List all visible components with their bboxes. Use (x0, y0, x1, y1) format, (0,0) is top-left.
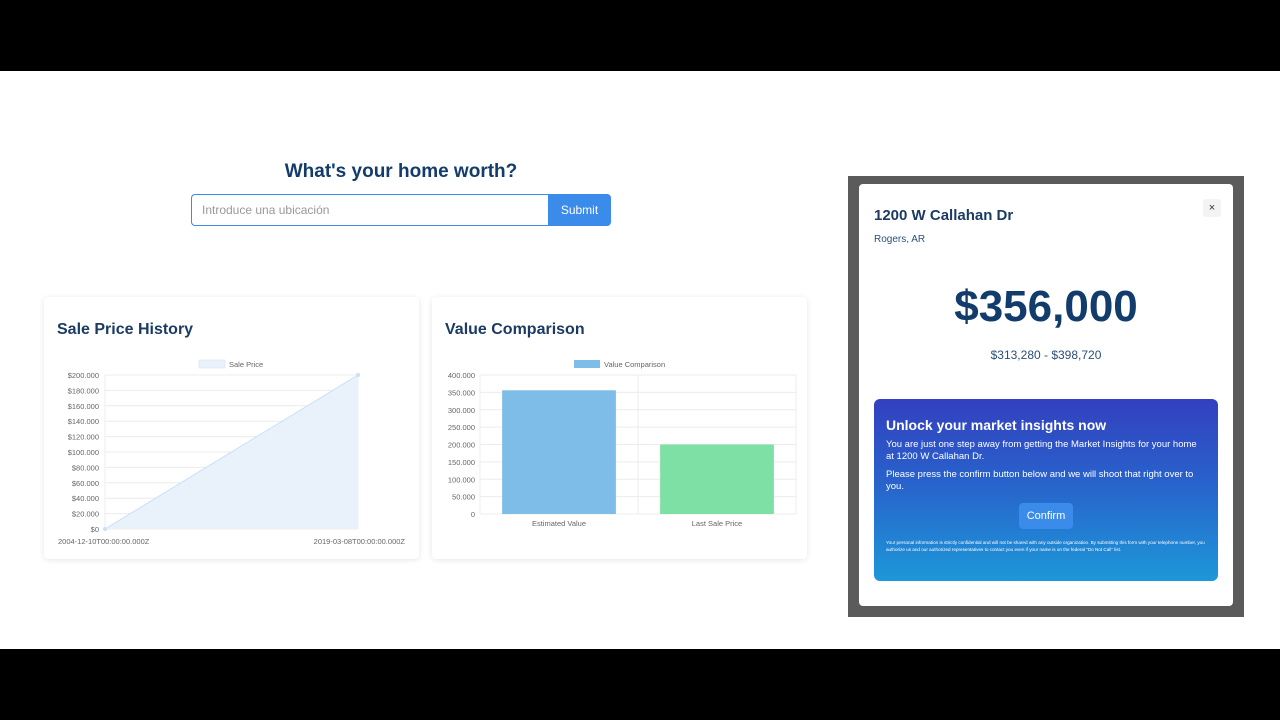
x-tick-label: Estimated Value (532, 519, 586, 528)
valuation-modal: 1200 W Callahan Dr Rogers, AR × $356,000… (859, 184, 1233, 606)
data-point (103, 527, 107, 531)
submit-button[interactable]: Submit (548, 194, 611, 226)
location-input[interactable] (191, 194, 548, 226)
bar (502, 390, 616, 514)
y-tick-label: $60.000 (72, 479, 99, 488)
y-tick-label: $80.000 (72, 463, 99, 472)
x-tick-label: 2019-03-08T00:00:00.000Z (314, 537, 406, 546)
legend-swatch (198, 359, 226, 369)
y-tick-label: 300.000 (448, 406, 475, 415)
price-range: $313,280 - $398,720 (990, 348, 1102, 362)
y-tick-label: $160.000 (68, 402, 99, 411)
y-tick-label: $200.000 (68, 371, 99, 380)
promo-title: Unlock your market insights now (886, 417, 1107, 433)
y-tick-label: 400.000 (448, 371, 475, 380)
y-tick-label: 150.000 (448, 458, 475, 467)
page: What's your home worth? Submit Sale Pric… (0, 71, 1280, 649)
y-tick-label: $140.000 (68, 417, 99, 426)
y-tick-label: 50.000 (452, 493, 475, 502)
y-tick-label: $40.000 (72, 494, 99, 503)
close-button[interactable]: × (1203, 199, 1221, 217)
sale-price-history-chart: $0 $20.000 $40.000 $60.000 $80.000 $100.000 $1… (58, 359, 406, 546)
data-point (356, 373, 360, 377)
confirm-button[interactable]: Confirm (1019, 503, 1073, 529)
bar (660, 444, 774, 514)
y-tick-label: 100.000 (448, 475, 475, 484)
privacy-disclaimer: Your personal information is strictly co… (886, 540, 1205, 552)
legend-label: Sale Price (229, 360, 263, 369)
insights-promo: Unlock your market insights now You are … (874, 399, 1218, 581)
legend-label: Value Comparison (604, 360, 665, 369)
value-comparison-chart: 0 50.000 100.000 150.000 200.000 250.000 300.0… (448, 360, 797, 528)
y-tick-label: $120.000 (68, 433, 99, 442)
property-address: 1200 W Callahan Dr (874, 207, 1014, 224)
promo-instructions: Please press the confirm button below an… (886, 469, 1194, 492)
y-tick-label: 200.000 (448, 441, 475, 450)
y-tick-label: $20.000 (72, 510, 99, 519)
x-tick-label: 2004-12-10T00:00:00.000Z (58, 537, 150, 546)
promo-text: You are just one step away from getting … (886, 439, 1197, 462)
x-tick-label: Last Sale Price (692, 519, 742, 528)
y-tick-label: $180.000 (68, 386, 99, 395)
y-tick-label: 250.000 (448, 423, 475, 432)
modal-overlay: 1200 W Callahan Dr Rogers, AR × $356,000… (848, 176, 1244, 617)
estimated-price: $356,000 (954, 282, 1138, 331)
search-bar: Submit (191, 194, 611, 226)
legend-swatch (574, 360, 600, 368)
page-title: What's your home worth? (284, 161, 518, 182)
y-tick-label: $0 (91, 525, 99, 534)
y-tick-label: 0 (471, 510, 475, 519)
value-comparison-card: Value Comparison 0 50.000 100.000 150.000 20… (432, 297, 807, 559)
property-city: Rogers, AR (874, 234, 926, 245)
y-tick-label: 350.000 (448, 388, 475, 397)
y-tick-label: $100.000 (68, 448, 99, 457)
sale-price-history-card: Sale Price History $0 $20.000 $40.000 $60.0… (44, 297, 419, 559)
